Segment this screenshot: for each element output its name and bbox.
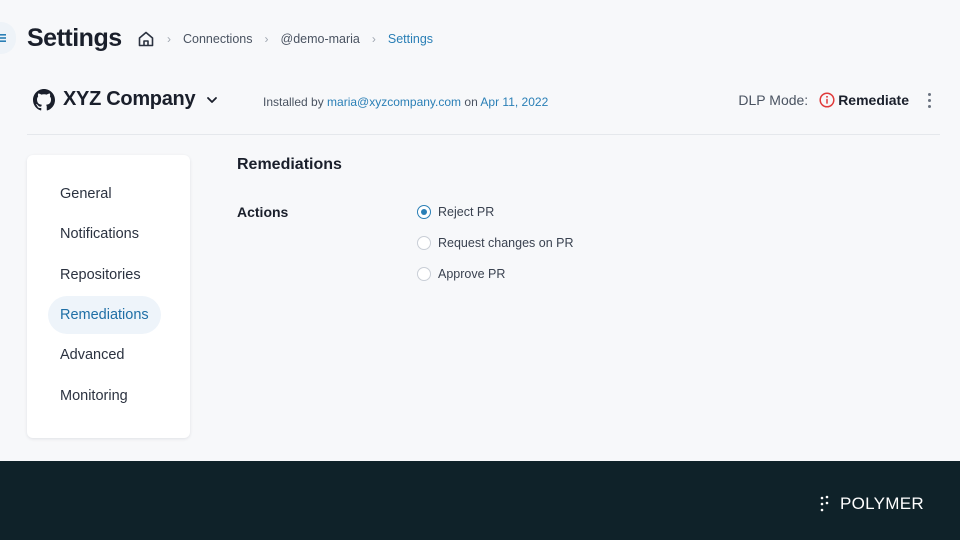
radio-label: Request changes on PR bbox=[438, 236, 574, 250]
sidebar-item-advanced[interactable]: Advanced bbox=[48, 336, 137, 374]
polymer-logo-icon bbox=[820, 495, 829, 512]
radio-option-approve-pr[interactable]: Approve PR bbox=[417, 267, 505, 281]
github-icon bbox=[33, 88, 55, 111]
hamburger-icon bbox=[0, 34, 6, 42]
breadcrumb-account[interactable]: @demo-maria bbox=[281, 32, 360, 46]
settings-sidebar: General Notifications Repositories Remed… bbox=[27, 155, 190, 438]
brand-logo: POLYMER bbox=[819, 494, 924, 514]
radio-option-request-changes[interactable]: Request changes on PR bbox=[417, 236, 574, 250]
chevron-right-icon: › bbox=[264, 32, 269, 46]
installation-info: Installed by maria@xyzcompany.com on Apr… bbox=[263, 95, 548, 109]
installed-on-word: on bbox=[464, 95, 478, 109]
company-selector[interactable]: XYZ Company bbox=[33, 88, 219, 111]
divider bbox=[27, 134, 940, 135]
actions-label: Actions bbox=[237, 204, 289, 220]
installer-email-link[interactable]: maria@xyzcompany.com bbox=[327, 95, 461, 109]
dlp-mode-value: Remediate bbox=[838, 92, 909, 108]
sidebar-item-general[interactable]: General bbox=[48, 175, 124, 213]
dlp-mode[interactable]: DLP Mode: Remediate bbox=[738, 92, 909, 108]
installed-prefix: Installed by bbox=[263, 95, 324, 109]
radio-selected[interactable] bbox=[417, 205, 431, 219]
sidebar-item-monitoring[interactable]: Monitoring bbox=[48, 377, 140, 415]
radio-unselected[interactable] bbox=[417, 267, 431, 281]
radio-unselected[interactable] bbox=[417, 236, 431, 250]
footer-bar: POLYMER bbox=[0, 461, 960, 540]
chevron-right-icon: › bbox=[371, 32, 376, 46]
chevron-down-icon bbox=[205, 93, 219, 107]
breadcrumb-connections[interactable]: Connections bbox=[183, 32, 253, 46]
radio-label: Approve PR bbox=[438, 267, 506, 281]
radio-label: Reject PR bbox=[438, 205, 495, 219]
radio-option-reject-pr[interactable]: Reject PR bbox=[417, 205, 494, 219]
info-warning-icon bbox=[819, 92, 835, 108]
dlp-mode-label: DLP Mode: bbox=[738, 92, 809, 108]
menu-toggle-button[interactable] bbox=[0, 22, 16, 54]
sidebar-item-repositories[interactable]: Repositories bbox=[48, 256, 153, 294]
sidebar-item-remediations[interactable]: Remediations bbox=[48, 296, 161, 334]
home-icon[interactable] bbox=[137, 30, 155, 48]
company-name: XYZ Company bbox=[63, 88, 196, 110]
chevron-right-icon: › bbox=[167, 32, 171, 46]
page-title: Settings bbox=[27, 24, 122, 52]
sidebar-item-notifications[interactable]: Notifications bbox=[48, 215, 151, 253]
breadcrumb-current: Settings bbox=[387, 32, 434, 46]
brand-name: POLYMER bbox=[840, 494, 924, 513]
breadcrumb: › Connections › @demo-maria › Settings bbox=[137, 29, 433, 49]
section-title: Remediations bbox=[237, 156, 342, 173]
more-options-icon[interactable] bbox=[924, 93, 934, 108]
installed-date-link[interactable]: Apr 11, 2022 bbox=[480, 95, 548, 109]
